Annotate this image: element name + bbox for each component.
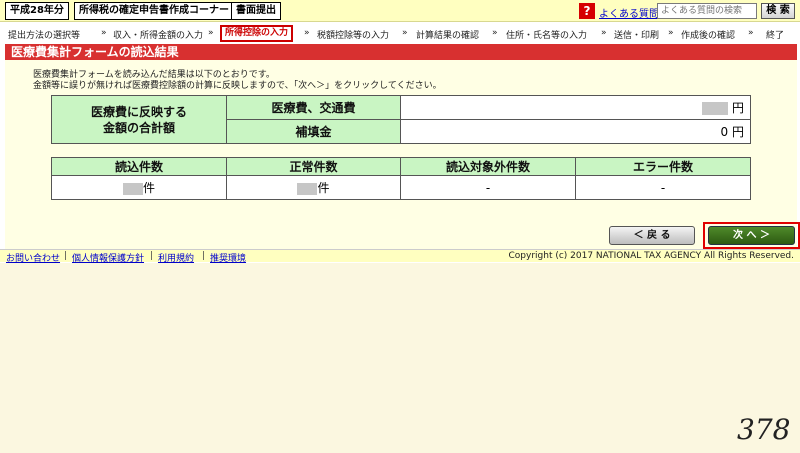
copyright: Copyright (c) 2017 NATIONAL TAX AGENCY A… bbox=[508, 251, 795, 261]
progress-steps: 提出方法の選択等 » 収入・所得金額の入力 » 所得控除の入力 » 税額控除等の… bbox=[0, 23, 800, 43]
faq-link[interactable]: よくある質問 bbox=[599, 5, 659, 20]
step-arrow: » bbox=[101, 28, 107, 38]
section-title: 医療費集計フォームの読込結果 bbox=[5, 44, 797, 60]
next-button[interactable]: 次 へ ＞ bbox=[708, 226, 795, 245]
excluded-count-header: 読込対象外件数 bbox=[400, 157, 576, 176]
step-post-check: 作成後の確認 bbox=[681, 31, 736, 41]
step-arrow: » bbox=[208, 28, 214, 38]
search-button[interactable]: 検 索 bbox=[761, 3, 795, 19]
step-arrow: » bbox=[601, 28, 607, 38]
step-arrow: » bbox=[402, 28, 408, 38]
content-panel: 医療費集計フォームを読み込んだ結果は以下のとおりです。 金額等に誤りが無ければ医… bbox=[5, 60, 797, 249]
redacted-count bbox=[297, 182, 318, 195]
step-arrow: » bbox=[304, 28, 310, 38]
faq-search-input[interactable] bbox=[657, 3, 757, 19]
normal-count-value: 件 bbox=[226, 175, 401, 200]
summary-label-line-1: 医療費に反映する bbox=[90, 104, 187, 119]
summary-label-cell: 医療費に反映する 金額の合計額 bbox=[51, 95, 227, 144]
step-arrow: » bbox=[748, 28, 754, 38]
step-address: 住所・氏名等の入力 bbox=[506, 31, 588, 41]
summary-label-line-2: 金額の合計額 bbox=[102, 120, 175, 135]
next-button-highlight: 次 へ ＞ bbox=[703, 222, 800, 249]
step-deductions-current: 所得控除の入力 bbox=[220, 25, 294, 42]
read-count-value: 件 bbox=[51, 175, 227, 200]
step-tax-credits: 税額控除等の入力 bbox=[317, 31, 390, 41]
count-unit: 件 bbox=[317, 181, 330, 195]
footer: お問い合わせ | 個人情報保護方針 | 利用規約 | 推奨環境 Copyrigh… bbox=[0, 249, 800, 264]
medical-transport-label: 医療費、交通費 bbox=[226, 95, 401, 120]
summary-table: 医療費に反映する 金額の合計額 医療費、交通費 円 補填金 0 円 bbox=[51, 95, 751, 144]
step-finish: 終了 bbox=[766, 31, 785, 41]
empty-area bbox=[0, 263, 800, 453]
step-send-print: 送信・印刷 bbox=[614, 31, 660, 41]
read-count-header: 読込件数 bbox=[51, 157, 227, 176]
error-count-header: エラー件数 bbox=[575, 157, 751, 176]
medical-transport-value: 円 bbox=[400, 95, 751, 120]
corner-title: 所得税の確定申告書作成コーナー bbox=[74, 2, 234, 20]
error-count-value: - bbox=[575, 175, 751, 200]
page-number: 378 bbox=[737, 413, 791, 446]
help-icon[interactable]: ? bbox=[579, 3, 595, 19]
excluded-count-value: - bbox=[400, 175, 576, 200]
footer-separator: | bbox=[150, 251, 154, 261]
step-submission-method: 提出方法の選択等 bbox=[8, 31, 81, 41]
count-unit: 件 bbox=[142, 181, 155, 195]
redacted-amount bbox=[702, 102, 729, 115]
step-income: 収入・所得金額の入力 bbox=[113, 31, 204, 41]
tax-year-label: 平成28年分 bbox=[5, 2, 69, 20]
footer-separator: | bbox=[202, 251, 206, 261]
description-line-2: 金額等に誤りが無ければ医療費控除額の計算に反映しますので、「次へ＞」をクリックし… bbox=[33, 81, 442, 91]
count-table: 読込件数 正常件数 読込対象外件数 エラー件数 件 件 - - bbox=[51, 157, 751, 200]
top-bar: 平成28年分 所得税の確定申告書作成コーナー 書面提出 ? よくある質問 検 索 bbox=[0, 0, 800, 22]
redacted-count bbox=[122, 182, 143, 195]
reimbursement-label: 補填金 bbox=[226, 119, 401, 144]
paper-submit-button[interactable]: 書面提出 bbox=[231, 2, 281, 20]
yen-unit: 円 bbox=[731, 101, 744, 115]
reimbursement-value: 0 円 bbox=[400, 119, 751, 144]
step-calc-results: 計算結果の確認 bbox=[416, 31, 480, 41]
normal-count-header: 正常件数 bbox=[226, 157, 401, 176]
step-arrow: » bbox=[668, 28, 674, 38]
footer-separator: | bbox=[64, 251, 68, 261]
back-button[interactable]: ＜ 戻 る bbox=[609, 226, 695, 245]
step-arrow: » bbox=[492, 28, 498, 38]
